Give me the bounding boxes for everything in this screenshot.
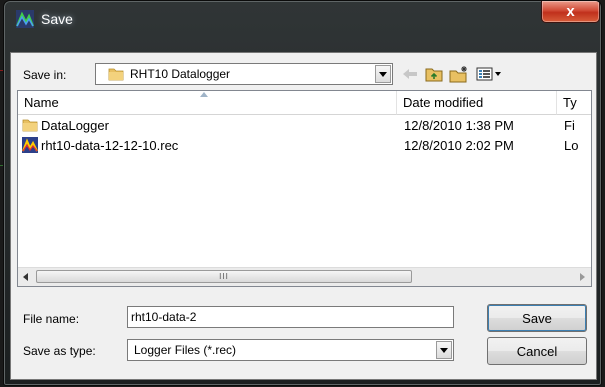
close-button[interactable]: x (541, 1, 600, 23)
list-item-type: Lo (564, 138, 579, 153)
save-dialog: Save x Save in: RHT10 Datalogger Name Da… (3, 0, 602, 386)
file-list: Name Date modified Ty DataLogger 12/8/20… (17, 90, 592, 287)
list-item[interactable]: DataLogger 12/8/2010 1:38 PM Fi (18, 116, 591, 136)
folder-icon (22, 119, 38, 132)
list-item[interactable]: rht10-data-12-12-10.rec 12/8/2010 2:02 P… (18, 136, 591, 156)
scroll-right-icon[interactable] (580, 273, 585, 281)
save-as-type-value: Logger Files (*.rec) (134, 343, 237, 357)
close-icon: x (566, 3, 575, 20)
file-name-label: File name: (23, 312, 80, 326)
folder-icon (108, 68, 124, 81)
save-as-type-dropdown[interactable]: Logger Files (*.rec) (127, 339, 454, 361)
back-arrow-icon (403, 69, 417, 79)
list-item-date: 12/8/2010 1:38 PM (404, 118, 514, 133)
new-folder-button[interactable] (447, 63, 471, 85)
chevron-down-icon (440, 347, 448, 353)
chevron-down-icon (379, 71, 387, 77)
sort-ascending-icon (200, 92, 208, 97)
save-as-type-dropdown-button[interactable] (436, 341, 452, 359)
view-menu-button[interactable] (473, 63, 507, 85)
cancel-button[interactable]: Cancel (487, 337, 587, 365)
list-item-date: 12/8/2010 2:02 PM (404, 138, 514, 153)
view-menu-icon (476, 67, 501, 81)
list-item-name: rht10-data-12-12-10.rec (41, 138, 179, 153)
save-button[interactable]: Save (487, 304, 587, 332)
window-title: Save (41, 11, 73, 27)
save-as-type-label: Save as type: (23, 344, 96, 358)
up-folder-button[interactable] (423, 63, 445, 85)
save-in-dropdown-button[interactable] (375, 65, 391, 83)
file-name-input[interactable]: rht10-data-2 (127, 306, 454, 328)
back-button[interactable] (399, 63, 421, 85)
title-bar[interactable]: Save x (4, 1, 601, 37)
column-header-date-modified[interactable]: Date modified (397, 91, 557, 115)
new-folder-icon (449, 66, 467, 83)
column-header-type[interactable]: Ty (557, 91, 591, 115)
scrollbar-thumb[interactable]: III (36, 270, 412, 283)
save-in-dropdown[interactable]: RHT10 Datalogger (95, 63, 393, 85)
scroll-left-icon[interactable] (23, 273, 28, 281)
list-item-type: Fi (564, 118, 575, 133)
dialog-body: Save in: RHT10 Datalogger Name Date modi… (10, 52, 597, 380)
save-in-value: RHT10 Datalogger (130, 67, 231, 81)
app-logo-icon (16, 10, 34, 28)
scrollbar-grip-icon: III (219, 271, 229, 281)
rec-file-icon (22, 137, 38, 153)
horizontal-scrollbar[interactable]: III (18, 267, 591, 286)
save-in-label: Save in: (23, 68, 67, 82)
list-item-name: DataLogger (41, 118, 109, 133)
up-folder-icon (425, 68, 443, 82)
